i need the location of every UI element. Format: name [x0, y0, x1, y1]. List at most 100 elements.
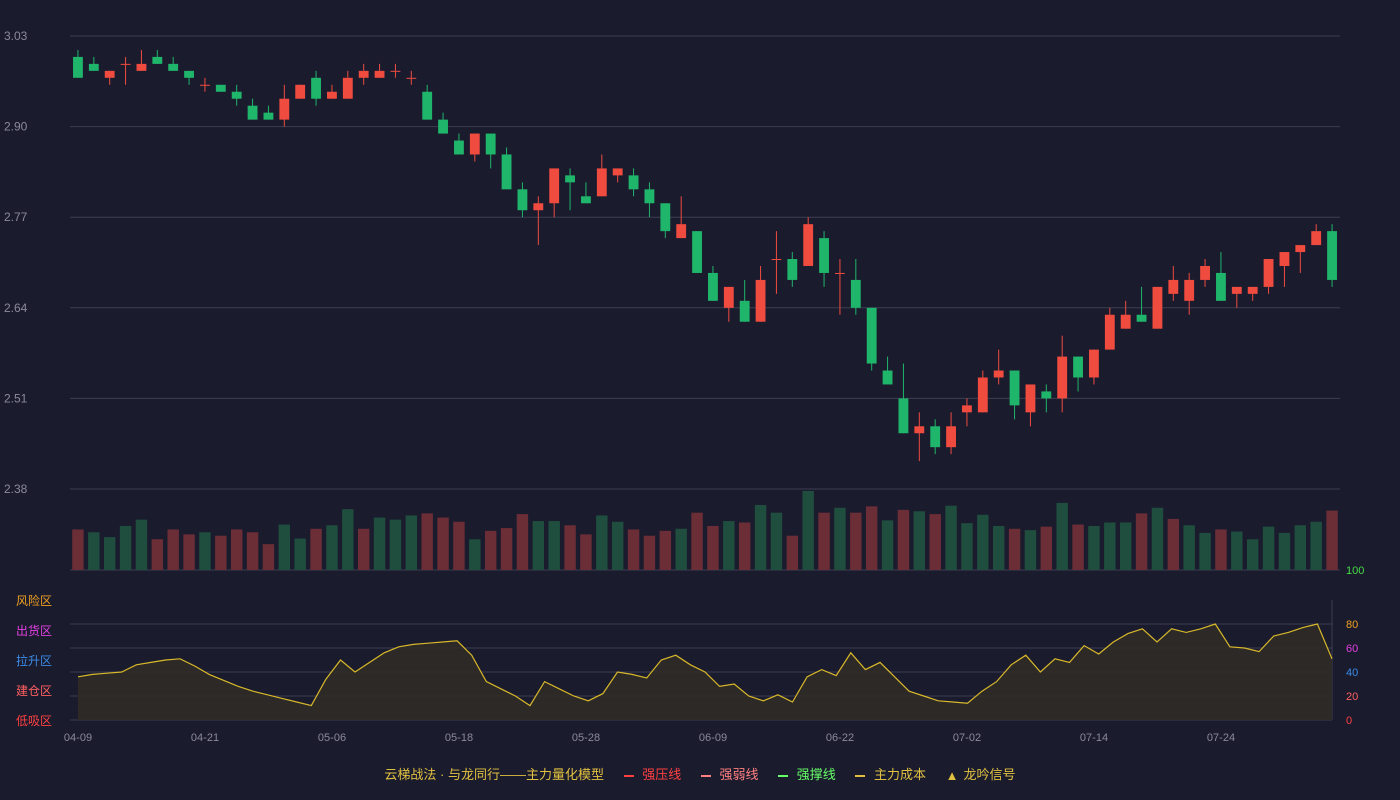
- volume-bar: [500, 528, 513, 570]
- volume-bar: [103, 537, 116, 570]
- zone-label-build: 建仓区: [16, 684, 53, 698]
- volume-bar: [611, 521, 624, 570]
- candle-body: [120, 63, 131, 65]
- volume-bar: [865, 506, 878, 570]
- volume-bar: [834, 507, 846, 570]
- volume-bar: [707, 525, 719, 570]
- candle-body: [596, 168, 607, 197]
- volume-bar: [278, 524, 291, 570]
- indicator-tick-label: 60: [1346, 643, 1358, 655]
- candle-body: [1295, 245, 1306, 253]
- date-tick-label: 06-22: [826, 732, 854, 744]
- candle-body: [247, 105, 258, 120]
- candle-body: [1247, 286, 1258, 294]
- legend-item-signal[interactable]: ▲ 龙吟信号: [946, 764, 1016, 783]
- volume-bar: [72, 529, 84, 570]
- zone-label-low: 低吸区: [16, 714, 53, 728]
- volume-bar: [246, 532, 259, 570]
- candle-body: [327, 91, 337, 99]
- volume-bar: [532, 521, 545, 570]
- legend-item-cost[interactable]: 主力成本: [855, 764, 926, 783]
- candle-body: [1184, 279, 1195, 301]
- volume-bar: [421, 513, 433, 570]
- legend-title-text: 云梯战法 · 与龙同行——主力量化模型: [384, 767, 604, 782]
- volume-bar: [135, 519, 148, 570]
- candle-body: [771, 259, 782, 261]
- candle-body: [263, 112, 274, 120]
- candle-body: [739, 300, 750, 322]
- volume-series: [72, 491, 1338, 570]
- candle-body: [1073, 356, 1083, 378]
- date-axis: 04-09 04-21 05-06 05-18 05-28 06-09 06-22 07-02…: [64, 732, 1235, 744]
- date-tick-label: 06-09: [699, 732, 727, 744]
- candle-body: [311, 77, 321, 99]
- volume-bar: [1072, 524, 1084, 570]
- date-tick-label: 05-06: [318, 732, 346, 744]
- volume-bar: [1278, 532, 1291, 570]
- candle-body: [469, 133, 480, 155]
- volume-bar: [675, 528, 687, 570]
- legend-item-pressure[interactable]: 强压线: [623, 764, 681, 783]
- volume-bar: [786, 535, 799, 570]
- volume-bar: [596, 515, 608, 570]
- candle-body: [1089, 349, 1099, 378]
- volume-bar: [850, 512, 862, 570]
- volume-bar: [357, 528, 370, 570]
- volume-bar: [373, 517, 386, 570]
- candle-body: [485, 133, 496, 155]
- candle-body: [977, 377, 988, 413]
- candle-body: [850, 279, 861, 308]
- volume-bar: [1104, 522, 1116, 570]
- candle-body: [644, 189, 655, 204]
- candle-body: [946, 426, 956, 448]
- candle-body: [422, 91, 433, 120]
- candle-body: [517, 189, 528, 211]
- candle-body: [962, 405, 972, 413]
- price-tick-label: 2.64: [4, 301, 28, 315]
- date-tick-label: 07-14: [1080, 732, 1108, 744]
- volume-bar: [119, 525, 132, 570]
- volume-bar: [738, 522, 751, 570]
- grid-lines: [70, 35, 1340, 571]
- candle-body: [1216, 272, 1226, 301]
- volume-bar: [564, 525, 576, 570]
- legend-label: 主力成本: [874, 767, 927, 782]
- dashed-line-icon: [700, 774, 711, 777]
- volume-bar: [1326, 510, 1338, 570]
- indicator-tick-label: 80: [1346, 619, 1358, 631]
- candle-body: [501, 154, 512, 190]
- candle-body: [755, 279, 766, 322]
- candle-body: [358, 70, 369, 78]
- legend-label: 龙吟信号: [963, 767, 1016, 782]
- legend-item-strength[interactable]: 强弱线: [700, 764, 759, 783]
- candle-body: [914, 426, 925, 434]
- legend-label: 强弱线: [719, 767, 759, 782]
- volume-bar: [516, 514, 529, 570]
- candle-body: [723, 286, 734, 308]
- price-tick-label: 2.38: [4, 482, 28, 496]
- volume-bar: [405, 515, 418, 570]
- volume-bar: [1167, 518, 1180, 570]
- candle-body: [692, 231, 702, 273]
- volume-bar: [754, 504, 767, 570]
- indicator-tick-label: 0: [1346, 715, 1352, 727]
- volume-bar: [913, 511, 926, 570]
- volume-bar: [1231, 531, 1243, 570]
- candle-body: [1327, 231, 1337, 280]
- zone-label-ship: 出货区: [16, 624, 53, 638]
- date-tick-label: 07-02: [953, 732, 981, 744]
- volume-bar: [151, 539, 164, 570]
- volume-bar: [1151, 507, 1164, 570]
- candle-body: [866, 307, 877, 364]
- date-tick-label: 04-09: [64, 732, 92, 744]
- candle-body: [200, 84, 210, 86]
- volume-bar: [437, 517, 449, 570]
- volume-bar: [897, 509, 910, 570]
- volume-bar: [1262, 526, 1275, 570]
- candle-body: [533, 203, 544, 211]
- candle-body: [295, 84, 306, 99]
- candle-body: [803, 224, 814, 266]
- candle-body: [184, 70, 194, 78]
- volume-bar: [723, 521, 735, 570]
- legend-item-support[interactable]: 强撑线: [778, 764, 836, 783]
